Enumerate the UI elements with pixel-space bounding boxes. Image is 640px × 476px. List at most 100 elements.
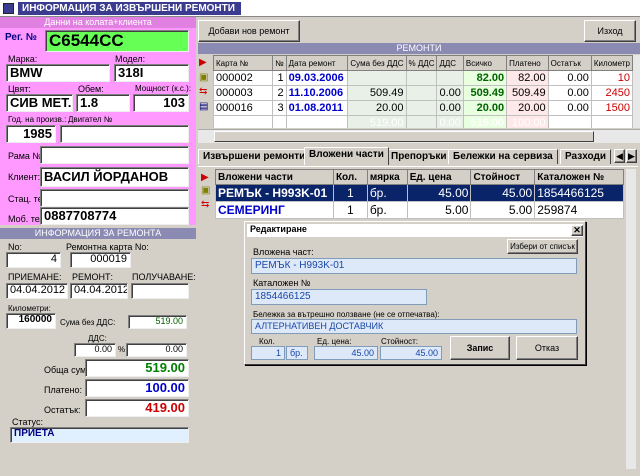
repair-cell[interactable] bbox=[405, 70, 438, 86]
col-unit[interactable]: мярка bbox=[366, 169, 408, 185]
dialog-cancel-button[interactable]: Отказ bbox=[516, 336, 578, 360]
dialog-close-button[interactable]: ✕ bbox=[571, 225, 583, 236]
part-cell[interactable]: СЕМЕРИНГ bbox=[215, 201, 334, 219]
make-field[interactable]: BMW bbox=[6, 64, 110, 82]
repair-row[interactable]: 000002 1 09.03.2006 82.00 82.00 0.00 10 bbox=[213, 70, 633, 86]
dialog-price-field[interactable]: 45.00 bbox=[314, 346, 378, 360]
repair-cell[interactable]: 04.04.2012 bbox=[285, 115, 349, 128]
dialog-catalog-field[interactable]: 1854466125 bbox=[251, 289, 427, 305]
year-field[interactable]: 1985 bbox=[6, 125, 56, 143]
part-cell[interactable]: 45.00 bbox=[406, 184, 472, 202]
repair-cell[interactable]: 82.00 bbox=[506, 70, 549, 86]
repair-cell[interactable]: 3 bbox=[272, 100, 287, 116]
repairs-hscrollbar[interactable] bbox=[198, 129, 640, 143]
tab-scroll-left[interactable]: ◀ bbox=[614, 149, 625, 163]
repair-cell[interactable]: 509.49 bbox=[506, 85, 549, 101]
part-row[interactable]: РЕМЪК - H993K-01 1 бр. 45.00 45.00 1854466125 bbox=[215, 184, 624, 202]
dialog-amount-field[interactable]: 45.00 bbox=[380, 346, 442, 360]
client-name-field[interactable]: ВАСИЛ ЙОРДАНОВ bbox=[40, 167, 189, 187]
move-part-icon[interactable]: ⇆ bbox=[201, 199, 209, 210]
repair-cell[interactable]: 1500 bbox=[590, 100, 633, 116]
part-cell[interactable]: 5.00 bbox=[470, 201, 536, 219]
repair-cell[interactable]: 0.00 bbox=[436, 115, 464, 128]
part-cell[interactable]: РЕМЪК - H993K-01 bbox=[215, 184, 334, 202]
repair-cell[interactable]: 0.00 bbox=[436, 85, 464, 101]
phone-field[interactable] bbox=[40, 189, 189, 207]
dialog-note-field[interactable]: АЛТЕРНАТИВЕН ДОСТАВЧИК bbox=[251, 319, 577, 334]
color-field[interactable]: СИВ МЕТ. bbox=[6, 94, 73, 112]
km-field[interactable]: 160000 bbox=[6, 313, 56, 329]
dialog-unit-field[interactable]: бр. bbox=[286, 346, 308, 360]
tab-recommendations[interactable]: Препоръки bbox=[386, 149, 452, 164]
part-cell[interactable]: бр. bbox=[366, 184, 408, 202]
part-cell[interactable]: 45.00 bbox=[470, 184, 536, 202]
part-cell[interactable]: 1 bbox=[332, 201, 368, 219]
col-vat[interactable]: ДДС bbox=[436, 55, 464, 71]
repair-cell[interactable]: 01.08.2011 bbox=[285, 100, 349, 116]
repair-cell[interactable]: 509.49 bbox=[462, 85, 508, 101]
part-cell[interactable]: 5.00 bbox=[406, 201, 472, 219]
repair-cell[interactable]: 0.00 bbox=[547, 100, 592, 116]
transfer-icon[interactable]: ⇆ bbox=[199, 86, 207, 97]
repair-cell[interactable]: 1600 bbox=[590, 115, 633, 128]
add-repair-button[interactable]: Добави нов ремонт bbox=[198, 20, 300, 42]
dialog-save-button[interactable]: Запис bbox=[450, 336, 510, 360]
col-vatpct[interactable]: % ДДС bbox=[405, 55, 438, 71]
repairs-scrollbar[interactable] bbox=[633, 55, 640, 128]
repair-cell[interactable]: 0.00 bbox=[436, 100, 464, 116]
repair-date-field[interactable]: 04.04.2012 bbox=[70, 283, 128, 299]
repair-cell[interactable]: 4 bbox=[272, 115, 287, 128]
col-paid[interactable]: Платено bbox=[506, 55, 549, 71]
edit-part-icon[interactable]: ▣ bbox=[201, 185, 210, 196]
repair-cell[interactable] bbox=[347, 70, 407, 86]
repair-cell[interactable] bbox=[405, 115, 438, 128]
repair-cell[interactable]: 519.00 bbox=[462, 115, 508, 128]
print-icon[interactable]: ▤ bbox=[199, 101, 208, 112]
part-cell[interactable]: бр. bbox=[366, 201, 408, 219]
col-price[interactable]: Ед. цена bbox=[406, 169, 472, 185]
repair-cell[interactable]: 20.00 bbox=[462, 100, 508, 116]
tab-expenses[interactable]: Разходи bbox=[560, 149, 611, 164]
engine-field[interactable] bbox=[60, 125, 189, 143]
copy-icon[interactable]: ▣ bbox=[199, 72, 208, 83]
repair-row[interactable]: 000003 2 11.10.2006 509.49 0.00 509.49 509.49 0… bbox=[213, 85, 633, 101]
repair-cell[interactable]: 000019 bbox=[213, 115, 274, 128]
repair-cell[interactable] bbox=[405, 85, 438, 101]
tab-service-notes[interactable]: Бележки на сервиза bbox=[448, 149, 558, 164]
add-row-icon[interactable]: ▶ bbox=[199, 57, 207, 68]
vat-field[interactable]: 0.00 bbox=[126, 343, 187, 357]
col-rest[interactable]: Остатък bbox=[547, 55, 592, 71]
repair-no-field[interactable]: 4 bbox=[6, 252, 61, 268]
repair-cell[interactable]: 82.00 bbox=[462, 70, 508, 86]
frame-field[interactable] bbox=[40, 146, 189, 164]
repair-cell[interactable]: 0.00 bbox=[547, 70, 592, 86]
repair-cell[interactable]: 509.49 bbox=[347, 85, 407, 101]
power-field[interactable]: 103 bbox=[133, 94, 189, 112]
model-field[interactable]: 318I bbox=[114, 64, 189, 82]
paid-field[interactable]: 100.00 bbox=[85, 379, 189, 397]
novat-field[interactable]: 519.00 bbox=[128, 315, 187, 329]
col-catalog[interactable]: Каталожен № bbox=[534, 169, 624, 185]
status-field[interactable]: ПРИЕТА bbox=[10, 427, 189, 443]
accept-date-field[interactable]: 04.04.2012 bbox=[6, 283, 68, 299]
col-card[interactable]: Карта № bbox=[213, 55, 274, 71]
col-no[interactable]: № bbox=[272, 55, 287, 71]
repair-cell[interactable]: 20.00 bbox=[506, 100, 549, 116]
repair-cell[interactable]: 2 bbox=[272, 85, 287, 101]
hscroll-thumb[interactable] bbox=[214, 131, 594, 142]
repair-cell[interactable]: 20.00 bbox=[347, 100, 407, 116]
rest-field[interactable]: 419.00 bbox=[85, 399, 189, 417]
mobile-field[interactable]: 0887708774 bbox=[40, 207, 189, 225]
repair-cell[interactable]: 519.00 bbox=[347, 115, 407, 128]
repair-row[interactable]: 000016 3 01.08.2011 20.00 0.00 20.00 20.00 0.00… bbox=[213, 100, 633, 116]
repair-cell[interactable] bbox=[405, 100, 438, 116]
repair-cell[interactable]: 09.03.2006 bbox=[285, 70, 349, 86]
part-row[interactable]: СЕМЕРИНГ 1 бр. 5.00 5.00 259874 bbox=[215, 201, 624, 219]
receive-date-field[interactable] bbox=[131, 283, 189, 299]
tab-scroll-right[interactable]: ▶ bbox=[626, 149, 637, 163]
repair-cell[interactable]: 1 bbox=[272, 70, 287, 86]
repair-cell[interactable]: 419.00 bbox=[547, 115, 592, 128]
part-cell[interactable]: 1854466125 bbox=[534, 184, 624, 202]
tab-done-repairs[interactable]: Извършени ремонти bbox=[198, 149, 311, 164]
pick-from-list-button[interactable]: Избери от списък bbox=[507, 239, 578, 254]
